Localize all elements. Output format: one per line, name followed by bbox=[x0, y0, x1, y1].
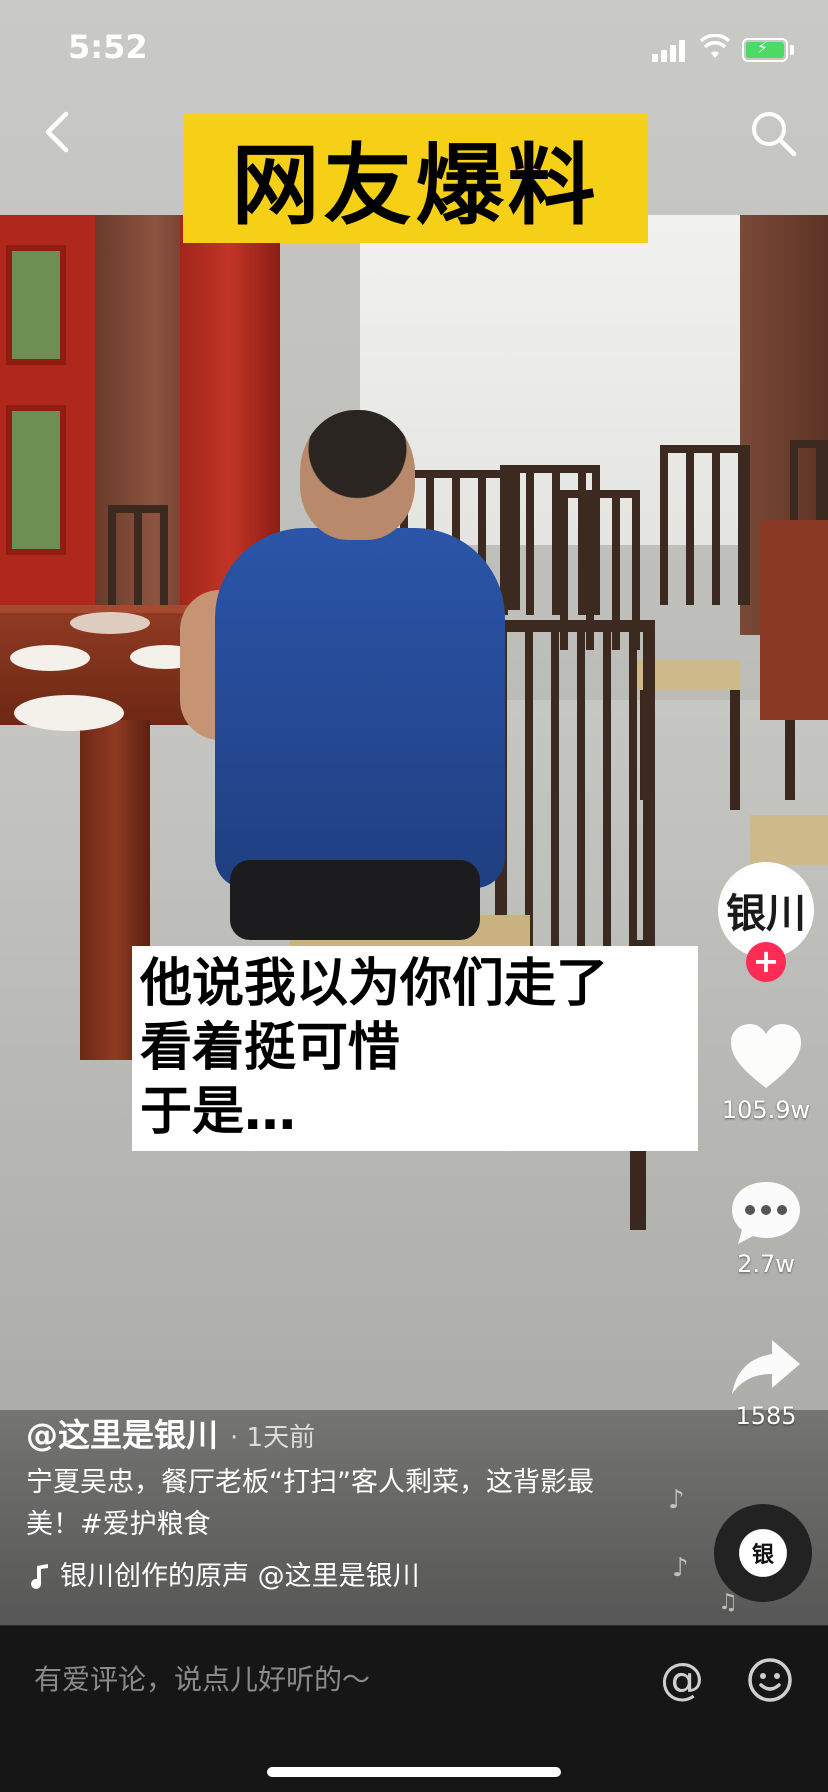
author-name[interactable]: @这里是银川 · 1天前 bbox=[26, 1410, 315, 1456]
share-count: 1585 bbox=[735, 1402, 797, 1430]
at-icon[interactable]: @ bbox=[660, 1654, 704, 1705]
floating-note-icon: ♪ bbox=[668, 1485, 685, 1515]
scene-plate bbox=[10, 645, 90, 671]
follow-button[interactable]: + bbox=[746, 942, 786, 982]
share-button[interactable]: 1585 bbox=[716, 1336, 816, 1430]
heart-icon bbox=[731, 1024, 801, 1088]
caption-line: 于是… bbox=[140, 1082, 297, 1142]
scene-plate bbox=[70, 612, 150, 634]
comment-input[interactable]: 有爱评论，说点儿好听的～ bbox=[34, 1658, 370, 1698]
post-description[interactable]: 宁夏吴忠，餐厅老板“打扫”客人剩菜，这背影最美！#爱护粮食 bbox=[26, 1462, 646, 1546]
music-note-icon bbox=[31, 1564, 48, 1589]
scene-person-legs bbox=[230, 860, 480, 940]
author-handle[interactable]: @这里是银川 bbox=[26, 1416, 218, 1454]
search-icon[interactable] bbox=[744, 104, 804, 164]
floating-note-icon: ♪ bbox=[672, 1553, 689, 1583]
wifi-icon bbox=[700, 34, 730, 58]
caption-line: 他说我以为你们走了 bbox=[140, 954, 609, 1014]
floating-note-icon: ♫ bbox=[718, 1590, 738, 1615]
comment-count: 2.7w bbox=[737, 1250, 795, 1278]
like-button[interactable]: 105.9w bbox=[716, 1022, 816, 1124]
video-title-sticker: 网友爆料 bbox=[183, 113, 648, 243]
emoji-icon[interactable] bbox=[746, 1656, 794, 1704]
post-time: · 1天前 bbox=[230, 1423, 316, 1453]
scene-chair-front bbox=[495, 620, 655, 950]
scene-plate bbox=[14, 695, 124, 731]
scene-chair bbox=[108, 505, 168, 615]
back-arrow-icon[interactable] bbox=[26, 100, 90, 164]
comment-bubble-icon bbox=[732, 1182, 800, 1244]
status-bar: 5:52 bbox=[0, 0, 828, 100]
music-disc[interactable]: 银 bbox=[714, 1504, 812, 1602]
scene-person bbox=[215, 528, 505, 888]
home-indicator[interactable] bbox=[267, 1767, 561, 1777]
music-marquee[interactable]: 银川创作的原声 @这里是银川 bbox=[26, 1556, 436, 1598]
comment-button[interactable]: 2.7w bbox=[716, 1180, 816, 1278]
scene-table-right bbox=[760, 520, 828, 720]
share-arrow-icon bbox=[732, 1340, 800, 1394]
music-title: 银川创作的原声 @这里是银川 bbox=[60, 1561, 420, 1592]
video-frame[interactable] bbox=[0, 0, 828, 1625]
cellular-signal-icon bbox=[652, 38, 688, 62]
like-count: 105.9w bbox=[721, 1096, 811, 1124]
status-time: 5:52 bbox=[68, 28, 148, 66]
scene-seat bbox=[750, 815, 828, 865]
music-disc-logo-icon: 银 bbox=[751, 1542, 774, 1568]
caption-line: 看着挺可惜 bbox=[140, 1018, 401, 1078]
scene-chair bbox=[660, 445, 750, 605]
battery-icon bbox=[742, 38, 788, 62]
video-caption-card: 他说我以为你们走了 看着挺可惜 于是… bbox=[132, 946, 698, 1151]
scene-person-head bbox=[300, 410, 415, 540]
